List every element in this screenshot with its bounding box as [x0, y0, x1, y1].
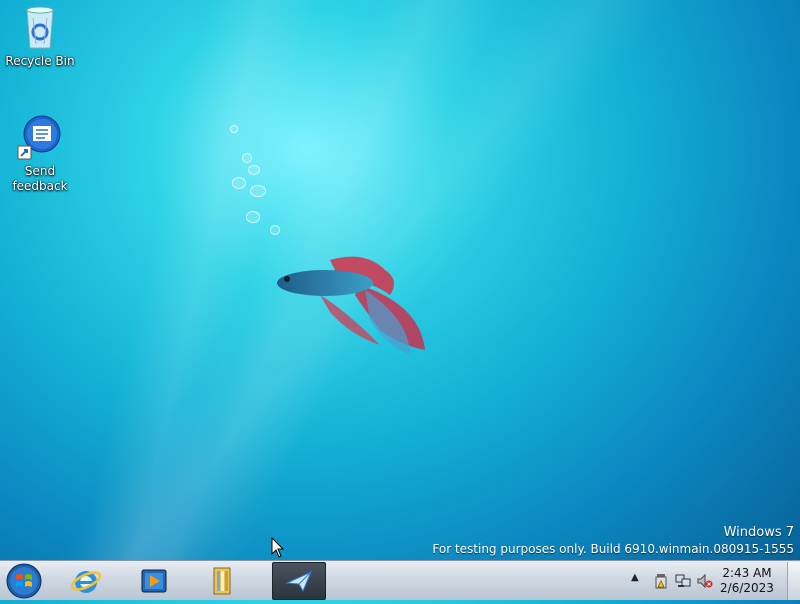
clock-date: 2/6/2023 [720, 581, 774, 595]
recycle-bin-label: Recycle Bin [5, 54, 75, 68]
betta-fish-illustration [277, 256, 425, 355]
taskbar-internet-explorer[interactable] [59, 562, 113, 600]
clock[interactable]: 2:43 AM 2/6/2023 [712, 566, 782, 596]
send-feedback-desktop-icon[interactable]: Send feedback [5, 114, 75, 194]
send-feedback-label: Send feedback [12, 164, 68, 193]
folder-library-icon [213, 567, 231, 595]
windows-start-orb-icon [6, 563, 42, 599]
network-icon[interactable] [675, 573, 691, 589]
windows-version-text: Windows 7 [723, 525, 794, 540]
send-feedback-icon [17, 115, 61, 160]
mouse-cursor-icon [271, 537, 285, 558]
action-center-icon[interactable] [653, 573, 669, 589]
clock-time: 2:43 AM [722, 566, 772, 580]
taskbar-send-feedback[interactable] [272, 562, 326, 600]
internet-explorer-icon [70, 571, 102, 593]
recycle-bin-desktop-icon[interactable]: Recycle Bin [5, 4, 75, 69]
volume-muted-icon[interactable] [697, 573, 713, 589]
start-button[interactable] [4, 562, 44, 600]
taskbar-media-player[interactable] [127, 562, 181, 600]
build-watermark: Windows 7 For testing purposes only. Bui… [432, 525, 794, 557]
taskbar: ▲ 2:43 AM 2/6/2023 [0, 560, 800, 600]
send-feedback-app-icon [285, 571, 312, 593]
taskbar-windows-explorer[interactable] [195, 562, 249, 600]
media-player-icon [141, 569, 167, 593]
system-tray: ▲ 2:43 AM 2/6/2023 [625, 561, 800, 601]
show-hidden-icons-arrow[interactable]: ▲ [631, 572, 639, 583]
recycle-bin-icon [26, 6, 54, 49]
build-info-text: For testing purposes only. Build 6910.wi… [432, 542, 794, 556]
show-desktop-button[interactable] [787, 562, 800, 600]
